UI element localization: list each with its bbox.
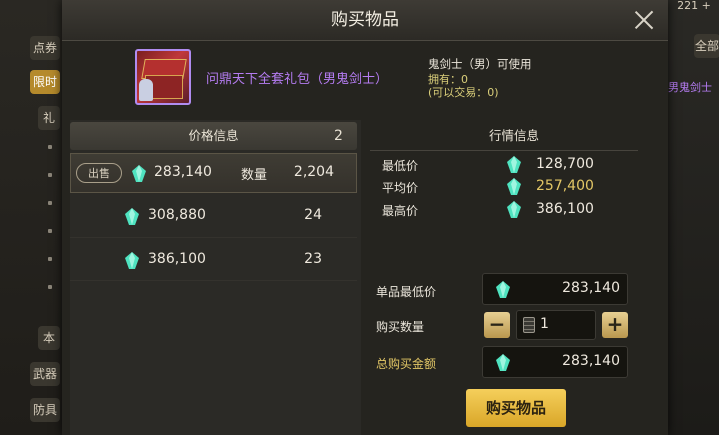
qty-value: 23 bbox=[304, 251, 322, 267]
quantity-label: 购买数量 bbox=[376, 320, 425, 334]
market-min-value: 128,700 bbox=[536, 156, 594, 172]
background-left-panel: 点券 限时 礼 本 武器 防具 bbox=[0, 0, 62, 435]
market-info-divider bbox=[370, 150, 638, 151]
bg-tab-gift: 礼 bbox=[38, 106, 60, 130]
qty-label: 数量 bbox=[241, 168, 268, 183]
qty-value: 2,204 bbox=[293, 164, 334, 180]
bg-item-label: 男鬼剑士 bbox=[668, 81, 712, 94]
bg-all-button: 全部 bbox=[694, 34, 719, 58]
market-min-label: 最低价 bbox=[382, 159, 419, 173]
price-value: 386,100 bbox=[148, 251, 206, 267]
bg-top-counter: 221 + bbox=[677, 0, 711, 12]
item-name: 问鼎天下全套礼包（男鬼剑士） bbox=[206, 72, 389, 87]
bg-tab-weapon: 武器 bbox=[30, 362, 60, 386]
sell-badge: 出售 bbox=[76, 163, 122, 183]
gem-icon bbox=[507, 178, 521, 195]
price-value: 283,140 bbox=[154, 164, 212, 180]
buy-item-button[interactable]: 购买物品 bbox=[466, 389, 566, 427]
bg-tab-limited: 限时 bbox=[30, 70, 60, 94]
market-avg-label: 平均价 bbox=[382, 181, 419, 195]
bg-dot bbox=[48, 145, 52, 149]
bg-dot bbox=[48, 285, 52, 289]
background-right-panel: 221 + 全部 男鬼剑士 bbox=[668, 0, 719, 435]
total-price-label: 总购买金额 bbox=[376, 357, 437, 371]
item-tradable: (可以交易：0) bbox=[428, 86, 499, 99]
price-value: 308,880 bbox=[148, 207, 206, 223]
gem-icon bbox=[496, 281, 510, 298]
quantity-plus-button[interactable]: + bbox=[602, 312, 628, 338]
price-list-title: 价格信息 bbox=[188, 128, 239, 143]
unit-price-value: 283,140 bbox=[562, 280, 620, 296]
gem-icon bbox=[125, 252, 139, 269]
price-list-count: 2 bbox=[334, 128, 343, 144]
total-price-value: 283,140 bbox=[562, 353, 620, 369]
bg-tab-points: 点券 bbox=[30, 36, 60, 60]
qty-value: 24 bbox=[304, 207, 322, 223]
bg-tab-other: 本 bbox=[38, 326, 60, 350]
bg-tab-armor: 防具 bbox=[30, 398, 60, 422]
gem-icon bbox=[132, 165, 146, 182]
quantity-value: 1 bbox=[540, 316, 549, 332]
dialog-title: 购买物品 bbox=[331, 10, 399, 30]
gem-icon bbox=[496, 354, 510, 371]
gem-icon bbox=[507, 201, 521, 218]
close-icon[interactable] bbox=[630, 6, 658, 34]
item-icon bbox=[135, 49, 191, 105]
quantity-minus-button[interactable]: − bbox=[484, 312, 510, 338]
buy-item-dialog: 购买物品 问鼎天下全套礼包（男鬼剑士） 鬼剑士（男）可使用 拥有：0 (可以交易… bbox=[62, 0, 668, 435]
bg-dot bbox=[48, 229, 52, 233]
item-requirement: 鬼剑士（男）可使用 bbox=[428, 57, 532, 71]
calculator-icon[interactable] bbox=[523, 317, 535, 333]
bg-dot bbox=[48, 201, 52, 205]
gem-icon bbox=[507, 156, 521, 173]
gem-icon bbox=[125, 208, 139, 225]
market-max-label: 最高价 bbox=[382, 204, 419, 218]
bg-dot bbox=[48, 257, 52, 261]
market-avg-value: 257,400 bbox=[536, 178, 594, 194]
unit-price-label: 单品最低价 bbox=[376, 285, 437, 299]
bg-dot bbox=[48, 173, 52, 177]
market-max-value: 386,100 bbox=[536, 201, 594, 217]
market-info-title: 行情信息 bbox=[488, 128, 539, 143]
character-figure bbox=[139, 79, 153, 101]
